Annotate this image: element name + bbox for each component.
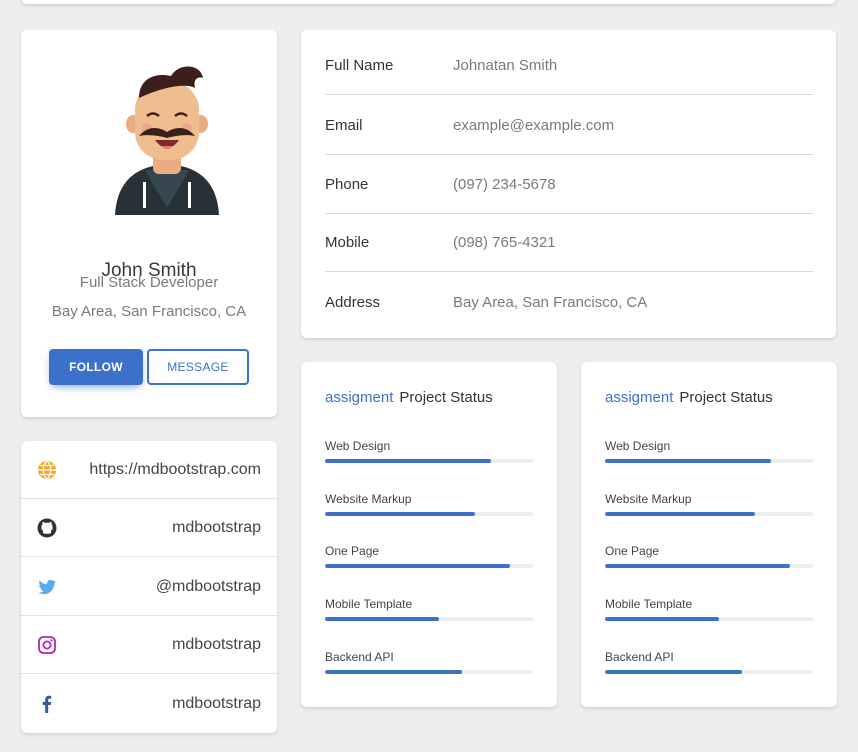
profile-location: Bay Area, San Francisco, CA bbox=[51, 303, 247, 320]
progress-track bbox=[325, 670, 533, 674]
project-status-heading: Project Status bbox=[679, 389, 773, 406]
progress-fill bbox=[605, 617, 720, 621]
globe-icon bbox=[37, 460, 57, 480]
skill-label: Website Markup bbox=[325, 492, 412, 506]
progress-fill bbox=[325, 564, 511, 568]
twitter-icon bbox=[37, 577, 57, 597]
skill-label: Web Design bbox=[325, 439, 391, 453]
skill-progress: Web Design bbox=[325, 439, 533, 463]
progress-fill bbox=[325, 670, 463, 674]
progress-track bbox=[325, 617, 533, 621]
profile-card: John Smith Full Stack Developer Bay Area… bbox=[21, 30, 277, 417]
info-label: Full Name bbox=[325, 57, 394, 74]
info-label: Address bbox=[325, 293, 381, 311]
info-label: Phone bbox=[325, 176, 369, 193]
info-row-address: Address Bay Area, San Francisco, CA bbox=[325, 273, 813, 331]
social-link-text: mdbootstrap bbox=[172, 635, 261, 653]
project-status-title: assigment Project Status bbox=[605, 389, 773, 406]
progress-fill bbox=[605, 512, 755, 516]
progress-track bbox=[605, 617, 813, 621]
instagram-icon bbox=[37, 635, 57, 655]
progress-fill bbox=[325, 617, 440, 621]
project-status-card: assigment Project Status Web Design Websi… bbox=[301, 362, 557, 707]
social-link-text: https://mdbootstrap.com bbox=[89, 460, 261, 478]
progress-track bbox=[325, 459, 533, 463]
skill-progress: Backend API bbox=[325, 650, 533, 674]
message-button[interactable]: MESSAGE bbox=[147, 349, 249, 385]
facebook-icon bbox=[37, 694, 57, 714]
project-status-card: assigment Project Status Web Design Websi… bbox=[581, 362, 837, 707]
social-link-twitter[interactable]: @mdbootstrap bbox=[21, 558, 277, 616]
info-value: (097) 234-5678 bbox=[453, 176, 556, 193]
progress-fill bbox=[605, 459, 772, 463]
social-link-text: @mdbootstrap bbox=[155, 577, 261, 595]
progress-track bbox=[605, 670, 813, 674]
progress-fill bbox=[325, 459, 492, 463]
info-value: (098) 765-4321 bbox=[453, 234, 556, 251]
skill-label: Website Markup bbox=[605, 492, 692, 506]
skill-progress: Web Design bbox=[605, 439, 813, 463]
progress-track bbox=[605, 564, 813, 568]
progress-track bbox=[325, 564, 533, 568]
info-value: Johnatan Smith bbox=[453, 57, 558, 74]
github-icon bbox=[37, 518, 57, 538]
info-label: Mobile bbox=[325, 234, 370, 251]
skill-label: Mobile Template bbox=[325, 597, 413, 611]
skill-label: Backend API bbox=[605, 650, 674, 664]
social-link-facebook[interactable]: mdbootstrap bbox=[21, 675, 277, 733]
skill-progress: Website Markup bbox=[325, 492, 533, 516]
social-link-text: mdbootstrap bbox=[172, 518, 261, 536]
progress-fill bbox=[605, 670, 743, 674]
profile-role: Full Stack Developer bbox=[79, 274, 219, 291]
social-link-text: mdbootstrap bbox=[172, 695, 261, 712]
social-link-instagram[interactable]: mdbootstrap bbox=[21, 616, 277, 674]
progress-fill bbox=[325, 512, 475, 516]
project-status-accent: assigment bbox=[325, 389, 394, 406]
info-value: Bay Area, San Francisco, CA bbox=[453, 293, 648, 311]
info-row-email: Email example@example.com bbox=[325, 97, 813, 155]
skill-progress: Backend API bbox=[605, 650, 813, 674]
skill-label: Web Design bbox=[605, 439, 671, 453]
skill-label: One Page bbox=[605, 544, 660, 558]
skill-label: One Page bbox=[325, 544, 380, 558]
social-links-card: https://mdbootstrap.com mdbootstrap @mdb… bbox=[21, 441, 277, 733]
profile-info-card: Full Name Johnatan Smith Email example@e… bbox=[301, 30, 836, 338]
project-status-title: assigment Project Status bbox=[325, 389, 493, 406]
skill-label: Backend API bbox=[325, 650, 394, 664]
skill-progress: Website Markup bbox=[605, 492, 813, 516]
progress-track bbox=[605, 459, 813, 463]
skill-progress: One Page bbox=[605, 544, 813, 568]
progress-fill bbox=[605, 564, 791, 568]
social-link-github[interactable]: mdbootstrap bbox=[21, 499, 277, 557]
info-value: example@example.com bbox=[453, 117, 615, 134]
info-label: Email bbox=[325, 117, 363, 134]
follow-button[interactable]: FOLLOW bbox=[49, 349, 143, 385]
project-status-accent: assigment bbox=[605, 389, 674, 406]
skill-label: Mobile Template bbox=[605, 597, 693, 611]
avatar bbox=[115, 66, 219, 215]
info-row-phone: Phone (097) 234-5678 bbox=[325, 156, 813, 214]
progress-track bbox=[325, 512, 533, 516]
social-link-website[interactable]: https://mdbootstrap.com bbox=[21, 441, 277, 499]
project-status-heading: Project Status bbox=[399, 389, 493, 406]
skill-progress: One Page bbox=[325, 544, 533, 568]
top-card-edge bbox=[21, 0, 836, 4]
progress-track bbox=[605, 512, 813, 516]
info-row-mobile: Mobile (098) 765-4321 bbox=[325, 214, 813, 272]
skill-progress: Mobile Template bbox=[605, 597, 813, 621]
skill-progress: Mobile Template bbox=[325, 597, 533, 621]
info-row-full-name: Full Name Johnatan Smith bbox=[325, 37, 813, 95]
